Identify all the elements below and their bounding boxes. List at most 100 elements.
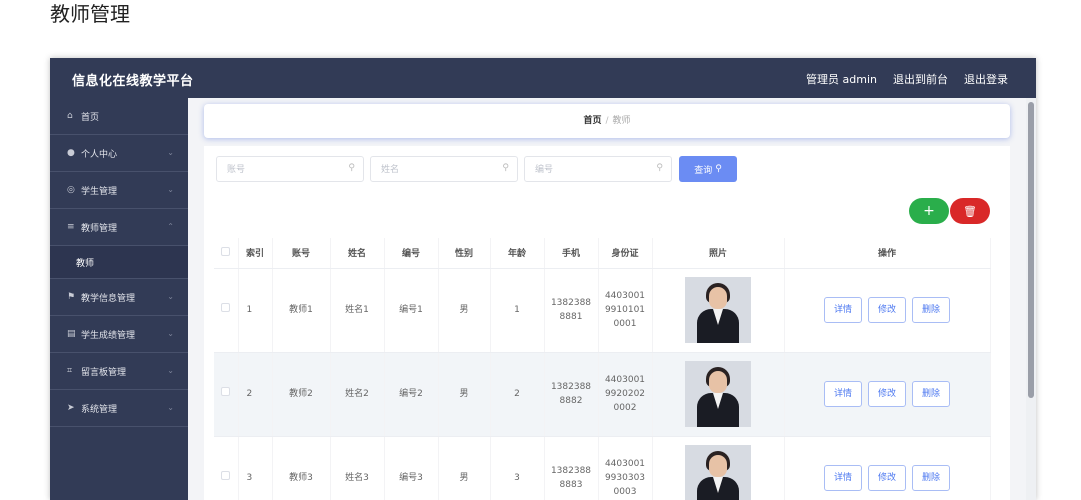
account-search: ⚲ [216,156,364,182]
detail-button[interactable]: 详情 [824,465,862,491]
edit-button[interactable]: 修改 [868,297,906,323]
menu-icon: ≡ [67,222,75,232]
cell-index: 2 [238,352,273,437]
sidebar-item-profile[interactable]: ● 个人中心 ⌄ [50,135,188,172]
row-checkbox[interactable] [221,471,231,480]
cell-index: 3 [238,436,273,500]
edit-button[interactable]: 修改 [868,381,906,407]
detail-button[interactable]: 详情 [824,297,862,323]
sidebar-item-messages[interactable]: ⌗ 留言板管理 ⌄ [50,353,188,390]
logout-link[interactable]: 退出登录 [964,71,1008,87]
id-line: 9920202 [604,389,646,399]
header-checkbox-cell [214,238,239,269]
name-search: ⚲ [370,156,518,182]
top-links: 管理员 admin 退出到前台 退出登录 [806,71,1008,87]
column-header: 索引 [238,238,273,269]
chevron-down-icon: ⌄ [167,148,174,157]
select-all-checkbox[interactable] [221,246,231,256]
cell-phone: 1382388 8883 [544,436,599,500]
batch-delete-button[interactable]: 🗑 [950,198,990,224]
cell-number: 编号1 [384,268,439,353]
column-header: 姓名 [330,238,385,269]
home-icon: ⌂ [67,111,73,121]
cell-age: 3 [490,436,545,500]
search-icon: ⚲ [502,163,509,173]
sidebar-item-label: 教学信息管理 [81,293,136,304]
sidebar-item-teaching-info[interactable]: ⚑ 教学信息管理 ⌄ [50,279,188,316]
breadcrumb: 首页 / 教师 [204,104,1010,138]
phone-line: 1382388 [550,382,592,392]
teacher-photo [685,361,751,427]
cell-gender: 男 [438,352,491,437]
number-search: ⚲ [524,156,672,182]
cell-photo [652,268,785,353]
teacher-photo [685,277,751,343]
cell-account: 教师2 [272,352,331,437]
table-row: 1 教师1 姓名1 编号1 男 1 1382388 8881 4403001 991… [214,268,991,353]
sidebar-item-label: 系统管理 [81,404,118,415]
sidebar-item-teachers[interactable]: ≡ 教师管理 ⌃ [50,209,188,246]
chevron-up-icon: ⌃ [167,222,174,231]
row-checkbox[interactable] [221,387,231,396]
cell-age: 1 [490,268,545,353]
add-button[interactable]: + [909,198,949,224]
admin-label: 管理员 admin [806,73,877,86]
crop-icon: ⌗ [67,366,73,376]
column-header: 身份证 [598,238,653,269]
user-icon: ● [67,148,75,158]
row-checkbox-cell [214,268,239,353]
id-line: 0002 [613,403,637,413]
sidebar-item-label: 教师管理 [81,223,118,234]
front-link[interactable]: 退出到前台 [893,71,948,87]
scrollbar-thumb[interactable] [1028,102,1034,398]
sidebar-item-label: 学生管理 [81,186,118,197]
sidebar-item-label: 个人中心 [81,149,118,160]
id-line: 4403001 [604,291,646,301]
row-checkbox[interactable] [221,303,231,312]
cell-phone: 1382388 8882 [544,352,599,437]
cell-photo [652,352,785,437]
cell-account: 教师3 [272,436,331,500]
delete-button[interactable]: 删除 [912,381,950,407]
trash-icon: 🗑 [963,204,977,218]
chevron-down-icon: ⌄ [167,185,174,194]
cell-id-card: 4403001 9920202 0002 [598,352,653,437]
sidebar-item-grades[interactable]: ▤ 学生成绩管理 ⌄ [50,316,188,353]
cell-age: 2 [490,352,545,437]
delete-button[interactable]: 删除 [912,297,950,323]
cell-index: 1 [238,268,273,353]
id-line: 4403001 [604,375,646,385]
name-search-input[interactable] [371,158,517,182]
breadcrumb-home[interactable]: 首页 [583,116,601,126]
sidebar-item-system[interactable]: ➤ 系统管理 ⌄ [50,390,188,427]
sidebar-item-label: 首页 [81,112,100,123]
delete-button[interactable]: 删除 [912,465,950,491]
column-header: 账号 [272,238,331,269]
edit-button[interactable]: 修改 [868,465,906,491]
document-icon: ▤ [67,329,76,339]
teacher-photo [685,445,751,500]
cell-photo [652,436,785,500]
sidebar-item-students[interactable]: ◎ 学生管理 ⌄ [50,172,188,209]
search-icon: ⚲ [715,164,722,174]
detail-button[interactable]: 详情 [824,381,862,407]
column-header: 编号 [384,238,439,269]
chevron-down-icon: ⌄ [167,366,174,375]
account-search-input[interactable] [217,158,363,182]
phone-line: 1382388 [550,466,592,476]
breadcrumb-separator: / [605,116,609,126]
cell-number: 编号2 [384,352,439,437]
table-header-row: 索引 账号 姓名 编号 性别 年龄 手机 身份证 照片 操作 [214,238,991,269]
plus-icon: + [923,203,935,219]
list-panel: ⚲ ⚲ ⚲ 查询 ⚲ + 🗑 [204,146,1010,500]
query-button[interactable]: 查询 ⚲ [679,156,737,182]
sidebar-subitem-teacher[interactable]: 教师 [50,246,188,279]
breadcrumb-current: 教师 [612,116,631,126]
cell-gender: 男 [438,436,491,500]
vertical-scrollbar[interactable] [1026,98,1036,500]
sidebar-item-home[interactable]: ⌂ 首页 [50,98,188,135]
teacher-table: 索引 账号 姓名 编号 性别 年龄 手机 身份证 照片 操作 1 教师1 姓名1… [214,238,991,500]
phone-line: 8881 [559,312,583,322]
number-search-input[interactable] [525,158,671,182]
page-heading: 教师管理 [50,2,130,26]
